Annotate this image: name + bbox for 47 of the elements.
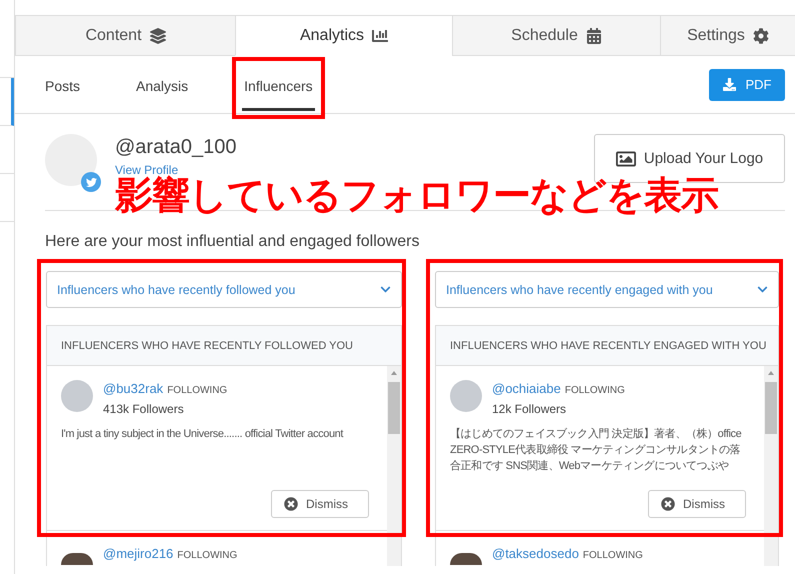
main-tab[interactable]: Schedule	[452, 15, 660, 56]
dismiss-button[interactable]: Dismiss	[648, 490, 746, 518]
avatar-placeholder	[450, 380, 482, 412]
chevron-down-icon	[380, 284, 391, 295]
card-header: INFLUENCERS WHO HAVE RECENTLY ENGAGED WITH YOU	[436, 326, 778, 366]
user-handle[interactable]: @ochiaiabe	[492, 381, 561, 396]
main-tab[interactable]: Content	[15, 15, 235, 56]
card-header: INFLUENCERS WHO HAVE RECENTLY FOLLOWED YOU	[47, 326, 401, 366]
user-handle[interactable]: @taksedosedo	[492, 546, 579, 561]
sub-tab[interactable]: Influencers	[242, 62, 315, 110]
image-icon	[616, 148, 636, 168]
follower-count: 12k Followers	[492, 402, 568, 416]
follow-status: FOLLOWING	[582, 550, 643, 561]
filter-dropdown[interactable]: Influencers who have recently followed you	[46, 271, 402, 308]
avatar-placeholder	[450, 553, 482, 565]
settings-icon	[752, 28, 769, 44]
main-tab[interactable]: Settings	[660, 15, 795, 56]
close-icon	[284, 497, 298, 511]
follow-status: FOLLOWING	[177, 550, 238, 561]
user-handle[interactable]: @mejiro216	[103, 546, 174, 561]
bar-chart-icon	[372, 28, 388, 44]
filter-dropdown[interactable]: Influencers who have recently engaged with you	[435, 271, 779, 308]
avatar-placeholder	[61, 553, 93, 565]
close-icon	[661, 497, 675, 511]
download-icon	[722, 78, 736, 91]
user-bio: 【はじめてのフェイスブック入門 決定版】著者、（株）office ZERO-STYLE代表取締役 マーケティングコンサルタントの落合正和です SNS関連、Webマーケティングについてつぶや	[450, 426, 742, 474]
user-handle[interactable]: @bu32rak	[103, 381, 164, 396]
scrollbar[interactable]	[387, 366, 401, 566]
follow-status: FOLLOWING	[564, 385, 625, 396]
user-bio: I'm just a tiny subject in the Universe....... official Twitter account	[61, 427, 344, 442]
follow-status: FOLLOWING	[167, 385, 228, 396]
pdf-button[interactable]: PDF	[709, 68, 785, 100]
profile-handle: @arata0_100	[115, 136, 237, 159]
chevron-down-icon	[757, 284, 768, 295]
scrollbar[interactable]	[764, 366, 778, 566]
avatar-placeholder	[45, 134, 97, 186]
avatar-placeholder	[61, 380, 93, 412]
bird-icon	[81, 172, 101, 192]
main-tab[interactable]: Analytics	[235, 15, 452, 56]
follower-count: 413k Followers	[103, 402, 185, 416]
calendar-icon	[586, 28, 602, 44]
sidebar-item[interactable]	[0, 78, 14, 126]
dismiss-button[interactable]: Dismiss	[271, 490, 369, 518]
layers-icon	[150, 28, 166, 44]
intro-text: Here are your most influential and engaged followers	[45, 233, 420, 251]
sub-tab[interactable]: Analysis	[134, 62, 190, 110]
sub-tab[interactable]: Posts	[43, 62, 82, 110]
